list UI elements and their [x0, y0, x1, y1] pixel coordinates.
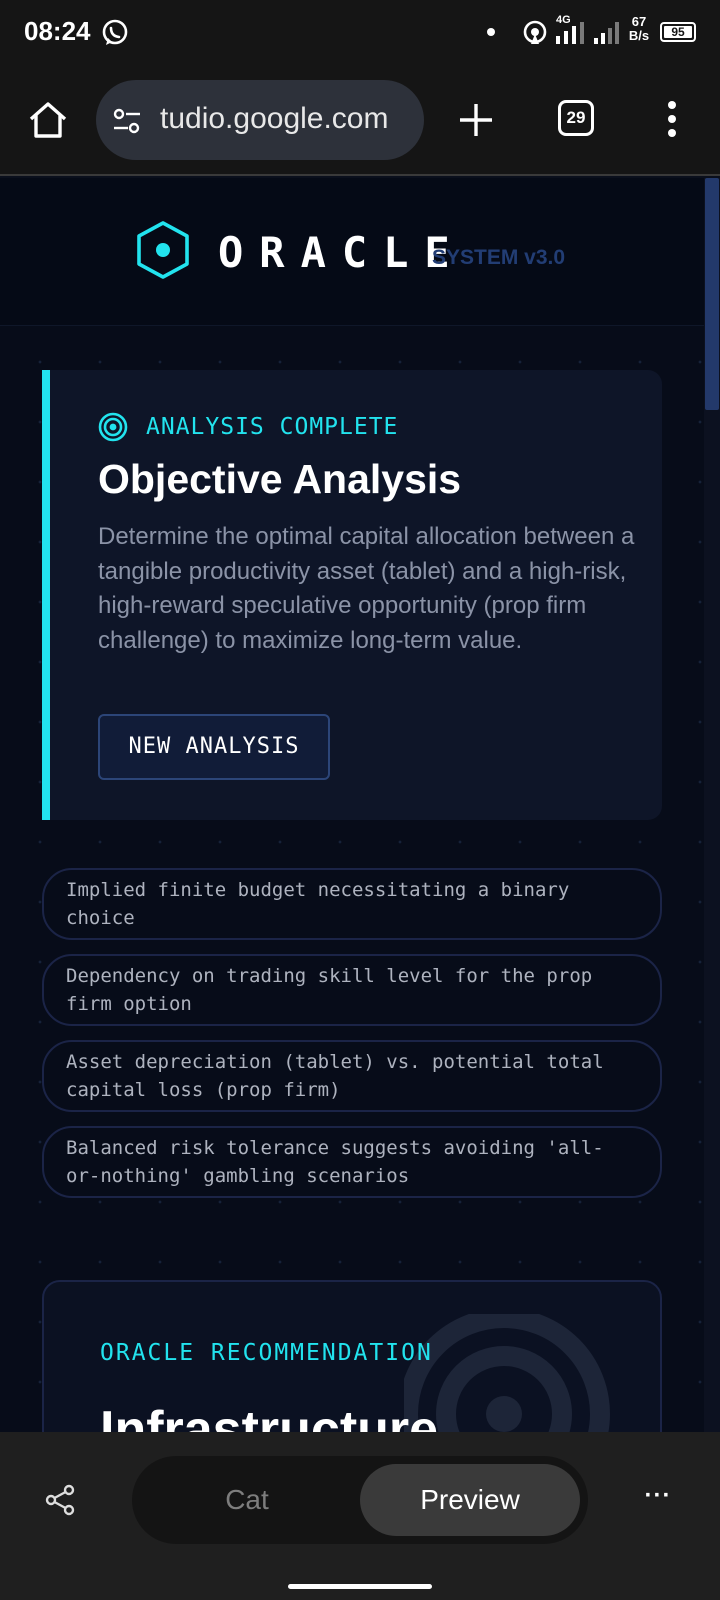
- fact-item: Dependency on trading skill level for th…: [42, 954, 662, 1026]
- logo-wordmark: ORACLE: [218, 228, 466, 277]
- analysis-status-tag: ANALYSIS COMPLETE: [146, 414, 399, 440]
- bottom-app-bar: Cat Preview ···: [0, 1432, 720, 1600]
- target-rings-icon: [404, 1314, 610, 1434]
- analysis-description: Determine the optimal capital allocation…: [98, 523, 635, 654]
- analysis-title: Objective Analysis: [98, 456, 462, 502]
- fact-text: Asset depreciation (tablet) vs. potentia…: [66, 1051, 604, 1101]
- tab-preview[interactable]: Preview: [360, 1464, 580, 1536]
- whatsapp-icon: [102, 19, 128, 45]
- address-bar[interactable]: tudio.google.com: [96, 80, 424, 160]
- fact-text: Dependency on trading skill level for th…: [66, 965, 593, 1015]
- speed-unit: B/s: [628, 28, 650, 43]
- objective-analysis-card: ANALYSIS COMPLETE Objective Analysis Det…: [42, 370, 662, 820]
- page-scrollbar-thumb[interactable]: [705, 178, 719, 410]
- status-bar: 08:24 4G 67 B/s 95: [0, 0, 720, 66]
- fact-text: Balanced risk tolerance suggests avoidin…: [66, 1137, 604, 1187]
- target-icon: [98, 412, 128, 442]
- status-time: 08:24: [24, 16, 91, 46]
- battery-level: 95: [664, 26, 692, 38]
- share-icon[interactable]: [44, 1484, 76, 1516]
- fact-item: Implied finite budget necessitating a bi…: [42, 868, 662, 940]
- gesture-bar: [288, 1584, 432, 1589]
- home-icon[interactable]: [26, 98, 70, 142]
- url-text[interactable]: tudio.google.com: [160, 102, 389, 136]
- app-header: ORACLE SYSTEM v3.0: [0, 178, 704, 326]
- network-speed: 67 B/s: [626, 15, 652, 43]
- speed-value: 67: [631, 14, 647, 29]
- battery-icon: 95: [660, 22, 696, 42]
- new-tab-icon[interactable]: [458, 102, 494, 138]
- system-version: SYSTEM v3.0: [432, 246, 566, 269]
- new-analysis-button[interactable]: NEW ANALYSIS: [98, 714, 330, 780]
- site-settings-icon[interactable]: [112, 106, 142, 136]
- fact-item: Balanced risk tolerance suggests avoidin…: [42, 1126, 662, 1198]
- signal-icon: [556, 22, 584, 44]
- fact-text: Implied finite budget necessitating a bi…: [66, 879, 570, 929]
- tab-cat[interactable]: Cat: [132, 1456, 362, 1544]
- recommendation-card: ORACLE RECOMMENDATION Infrastructure: [42, 1280, 662, 1434]
- recommendation-tag: ORACLE RECOMMENDATION: [100, 1340, 433, 1366]
- fact-item: Asset depreciation (tablet) vs. potentia…: [42, 1040, 662, 1112]
- more-options-icon[interactable]: ···: [644, 1482, 672, 1516]
- view-toggle: Cat Preview: [132, 1456, 588, 1544]
- browser-toolbar: tudio.google.com 29: [0, 66, 720, 176]
- browser-menu-icon[interactable]: [662, 100, 682, 138]
- tab-switcher-button[interactable]: 29: [558, 100, 594, 136]
- signal-secondary-icon: [594, 22, 619, 44]
- notification-dot-icon: [487, 28, 495, 36]
- oracle-logo-icon: [137, 221, 189, 279]
- recommendation-title: Infrastructure: [100, 1401, 439, 1434]
- web-page: ORACLE SYSTEM v3.0 ANALYSIS COMPLETE Obj…: [0, 178, 720, 1434]
- hotspot-icon: [523, 20, 547, 44]
